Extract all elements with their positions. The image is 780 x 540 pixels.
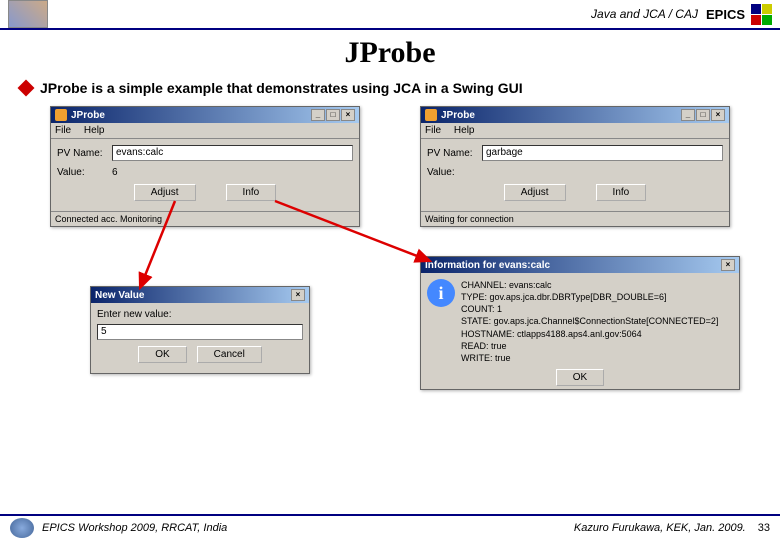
bullet-text: JProbe is a simple example that demonstr… [40, 80, 523, 96]
maximize-button[interactable]: □ [696, 109, 710, 121]
info-line: READ: true [461, 340, 718, 352]
epics-logo-squares [751, 4, 772, 25]
slide-footer: EPICS Workshop 2009, RRCAT, India Kazuro… [0, 514, 780, 540]
info-line: TYPE: gov.aps.jca.dbr.DBRType[DBR_DOUBLE… [461, 291, 718, 303]
window-title: JProbe [441, 110, 475, 121]
bullet-icon [18, 80, 35, 97]
menu-file[interactable]: File [55, 125, 71, 136]
jprobe-window-2: JProbe _ □ × File Help PV Name: garbage … [420, 106, 730, 227]
slide-header: Java and JCA / CAJ EPICS [0, 0, 780, 30]
menu-file[interactable]: File [425, 125, 441, 136]
app-icon [55, 109, 67, 121]
value-label: Value: [427, 167, 482, 178]
close-button[interactable]: × [291, 289, 305, 301]
pvname-input[interactable]: garbage [482, 145, 723, 161]
information-dialog: Information for evans:calc × i CHANNEL: … [420, 256, 740, 390]
minimize-button[interactable]: _ [311, 109, 325, 121]
menubar: File Help [51, 123, 359, 139]
footer-right: Kazuro Furukawa, KEK, Jan. 2009. [574, 522, 746, 534]
footer-logo [10, 518, 34, 538]
dialog-title: Information for evans:calc [425, 260, 550, 271]
close-button[interactable]: × [721, 259, 735, 271]
menubar: File Help [421, 123, 729, 139]
titlebar: Information for evans:calc × [421, 257, 739, 273]
epics-label: EPICS [706, 7, 745, 22]
adjust-button[interactable]: Adjust [504, 184, 566, 201]
header-logo [8, 0, 48, 28]
value-label: Value: [57, 167, 112, 178]
cancel-button[interactable]: Cancel [197, 346, 262, 363]
info-line: COUNT: 1 [461, 303, 718, 315]
ok-button[interactable]: OK [138, 346, 186, 363]
maximize-button[interactable]: □ [326, 109, 340, 121]
status-bar: Connected acc. Monitoring [51, 211, 359, 226]
info-line: WRITE: true [461, 352, 718, 364]
info-line: HOSTNAME: ctlapps4188.aps4.anl.gov:5064 [461, 328, 718, 340]
screenshot-canvas: JProbe _ □ × File Help PV Name: evans:ca… [0, 106, 780, 466]
pvname-label: PV Name: [427, 148, 482, 159]
info-button[interactable]: Info [596, 184, 647, 201]
new-value-input[interactable]: 5 [97, 324, 303, 340]
value-display: 6 [112, 167, 118, 178]
info-button[interactable]: Info [226, 184, 277, 201]
dialog-title: New Value [95, 290, 144, 301]
slide-title: JProbe [0, 36, 780, 70]
close-button[interactable]: × [341, 109, 355, 121]
jprobe-window-1: JProbe _ □ × File Help PV Name: evans:ca… [50, 106, 360, 227]
titlebar: JProbe _ □ × [421, 107, 729, 123]
ok-button[interactable]: OK [556, 369, 604, 386]
close-button[interactable]: × [711, 109, 725, 121]
page-number: 33 [758, 522, 770, 534]
info-line: CHANNEL: evans:calc [461, 279, 718, 291]
new-value-dialog: New Value × Enter new value: 5 OK Cancel [90, 286, 310, 374]
info-line: STATE: gov.aps.jca.Channel$ConnectionSta… [461, 315, 718, 327]
bullet-item: JProbe is a simple example that demonstr… [0, 80, 780, 96]
menu-help[interactable]: Help [454, 125, 475, 136]
app-icon [425, 109, 437, 121]
info-icon: i [427, 279, 455, 307]
adjust-button[interactable]: Adjust [134, 184, 196, 201]
status-bar: Waiting for connection [421, 211, 729, 226]
titlebar: JProbe _ □ × [51, 107, 359, 123]
pvname-input[interactable]: evans:calc [112, 145, 353, 161]
prompt-label: Enter new value: [97, 309, 303, 320]
info-text: CHANNEL: evans:calc TYPE: gov.aps.jca.db… [461, 279, 718, 364]
minimize-button[interactable]: _ [681, 109, 695, 121]
breadcrumb: Java and JCA / CAJ [591, 7, 698, 21]
footer-left: EPICS Workshop 2009, RRCAT, India [42, 522, 227, 534]
pvname-label: PV Name: [57, 148, 112, 159]
window-title: JProbe [71, 110, 105, 121]
titlebar: New Value × [91, 287, 309, 303]
menu-help[interactable]: Help [84, 125, 105, 136]
